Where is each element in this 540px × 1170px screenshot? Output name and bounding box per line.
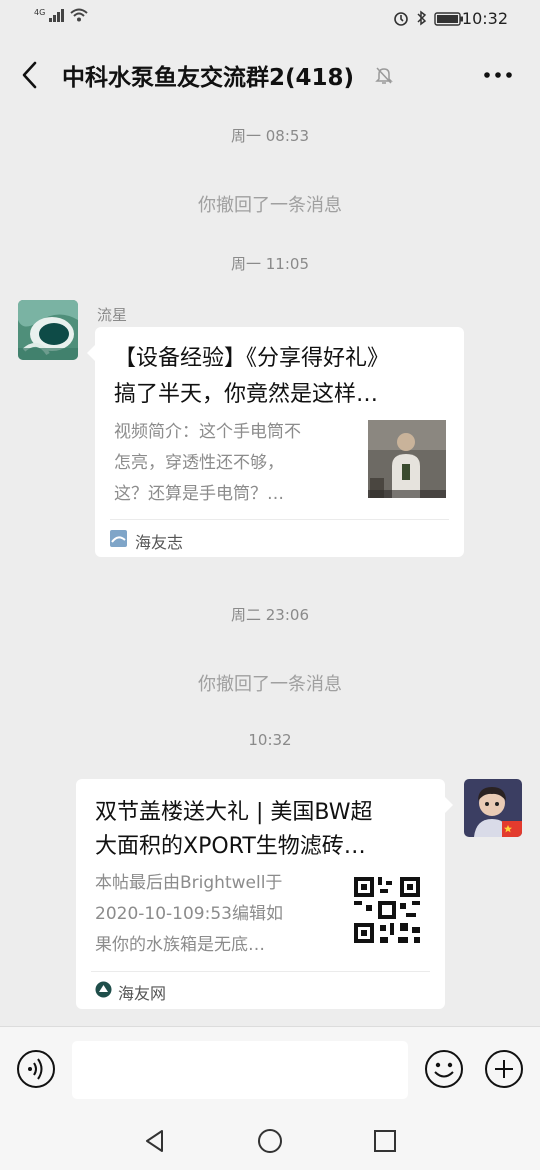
card-source: 海友网 bbox=[118, 984, 167, 1003]
network-type: 4G bbox=[34, 8, 46, 17]
card-description-line: 本帖最后由Brightwell于 bbox=[95, 873, 283, 893]
bluetooth-icon bbox=[417, 10, 427, 26]
emoji-icon bbox=[425, 1050, 463, 1088]
bubble-tail bbox=[445, 797, 453, 813]
back-button[interactable] bbox=[18, 60, 44, 90]
card-title-line: 搞了半天，你竟然是这样… bbox=[114, 382, 379, 407]
status-bar: 4G 10:32 bbox=[0, 0, 540, 38]
qr-code-thumbnail bbox=[350, 873, 424, 947]
nav-home-button[interactable] bbox=[257, 1128, 283, 1154]
more-icon bbox=[484, 72, 512, 78]
card-divider bbox=[110, 519, 449, 520]
card-description-line: 这？还算是手电筒？… bbox=[114, 484, 284, 504]
card-description-line: 果你的水族箱是无底… bbox=[95, 935, 265, 955]
link-card[interactable]: 双节盖楼送大礼 | 美国BW超 大面积的XPORT生物滤砖… 本帖最后由Brig… bbox=[76, 779, 453, 1009]
plus-icon bbox=[485, 1050, 523, 1088]
nav-back-icon bbox=[146, 1130, 163, 1152]
my-avatar[interactable] bbox=[464, 779, 522, 837]
timestamp: 周一 11:05 bbox=[231, 255, 309, 273]
mute-indicator bbox=[373, 64, 395, 86]
status-time: 10:32 bbox=[461, 9, 508, 28]
source-logo-icon bbox=[110, 530, 127, 547]
card-title-line: 【设备经验】《分享得好礼》 bbox=[114, 346, 390, 371]
voice-icon bbox=[17, 1050, 55, 1088]
message-input[interactable] bbox=[72, 1041, 408, 1099]
battery-icon bbox=[434, 12, 464, 26]
chat-header: 中科水泵鱼友交流群2(418) bbox=[0, 38, 540, 112]
nav-home-icon bbox=[258, 1129, 282, 1153]
more-button[interactable] bbox=[482, 60, 514, 90]
timestamp: 周一 08:53 bbox=[231, 127, 309, 145]
card-description-line: 2020-10-109:53编辑如 bbox=[95, 904, 283, 924]
card-divider bbox=[91, 971, 430, 972]
timestamp: 10:32 bbox=[248, 731, 292, 749]
recall-notice: 你撤回了一条消息 bbox=[198, 674, 342, 695]
plus-button[interactable] bbox=[484, 1049, 524, 1089]
alarm-icon bbox=[394, 12, 408, 26]
card-source: 海友志 bbox=[135, 533, 184, 552]
system-nav-bar bbox=[0, 1110, 540, 1170]
recall-notice: 你撤回了一条消息 bbox=[198, 195, 342, 216]
nav-back-button[interactable] bbox=[142, 1128, 168, 1154]
card-title-line: 双节盖楼送大礼 | 美国BW超 bbox=[95, 800, 373, 825]
chat-title: 中科水泵鱼友交流群2(418) bbox=[62, 65, 355, 91]
signal-indicator: 4G bbox=[34, 8, 88, 22]
signal-icon bbox=[48, 9, 64, 22]
card-description-line: 怎亮，穿透性还不够， bbox=[114, 453, 284, 473]
back-arrow-icon bbox=[22, 61, 37, 89]
bubble-tail bbox=[87, 345, 95, 361]
source-logo-icon bbox=[95, 981, 112, 998]
wifi-icon bbox=[70, 8, 88, 22]
input-bar bbox=[0, 1026, 540, 1111]
sender-avatar[interactable] bbox=[18, 300, 78, 360]
emoji-button[interactable] bbox=[424, 1049, 464, 1089]
timestamp: 周二 23:06 bbox=[231, 606, 309, 624]
status-icons bbox=[392, 9, 464, 31]
mute-bell-icon bbox=[375, 67, 393, 84]
nav-recent-icon bbox=[374, 1130, 396, 1152]
card-title-line: 大面积的XPORT生物滤砖… bbox=[95, 834, 366, 859]
card-thumbnail bbox=[368, 420, 446, 498]
card-description-line: 视频简介：这个手电筒不 bbox=[114, 422, 301, 442]
nav-recent-button[interactable] bbox=[373, 1129, 397, 1153]
sender-name: 流星 bbox=[97, 306, 128, 324]
voice-button[interactable] bbox=[16, 1049, 56, 1089]
link-card[interactable]: 【设备经验】《分享得好礼》 搞了半天，你竟然是这样… 视频简介：这个手电筒不 怎… bbox=[87, 327, 464, 557]
